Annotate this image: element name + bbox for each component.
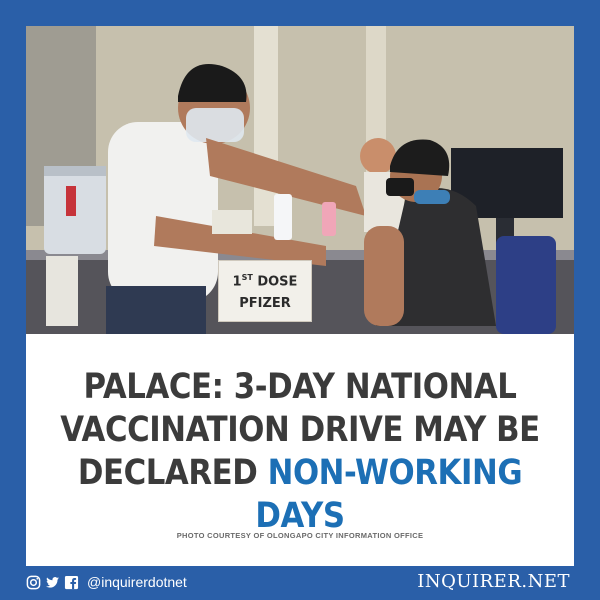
dose-sign-line1: 1ST DOSE <box>219 267 311 293</box>
instagram-icon[interactable] <box>26 575 41 590</box>
dose-word: DOSE <box>257 274 298 290</box>
headline: PALACE: 3-DAY NATIONAL VACCINATION DRIVE… <box>59 366 541 538</box>
facebook-icon[interactable] <box>64 575 79 590</box>
social-links: @inquirerdotnet <box>26 572 187 592</box>
dose-suffix: ST <box>241 273 253 282</box>
news-photo: 1ST DOSE PFIZER <box>26 26 574 334</box>
headline-line-3: DECLARED NON-WORKING DAYS <box>59 452 541 538</box>
social-handle[interactable]: @inquirerdotnet <box>87 574 187 590</box>
brand-logo[interactable]: INQUIRER.NET <box>417 571 570 592</box>
post-card: 1ST DOSE PFIZER PALACE: 3-DAY NATIONAL V… <box>26 26 574 566</box>
twitter-icon[interactable] <box>45 575 60 590</box>
dose-brand: PFIZER <box>239 296 291 312</box>
photo-credit: PHOTO COURTESY OF OLONGAPO CITY INFORMAT… <box>176 531 424 540</box>
footer-bar: @inquirerdotnet INQUIRER.NET <box>26 569 574 595</box>
dose-number: 1 <box>232 274 242 290</box>
headline-line-1: PALACE: 3-DAY NATIONAL <box>83 367 517 407</box>
dose-sign: 1ST DOSE PFIZER <box>218 260 312 322</box>
post-frame: 1ST DOSE PFIZER PALACE: 3-DAY NATIONAL V… <box>0 0 600 600</box>
headline-line-2: VACCINATION DRIVE MAY BE <box>60 410 540 450</box>
headline-line-3-plain: DECLARED <box>77 453 268 493</box>
headline-highlight: NON-WORKING DAYS <box>255 453 523 536</box>
